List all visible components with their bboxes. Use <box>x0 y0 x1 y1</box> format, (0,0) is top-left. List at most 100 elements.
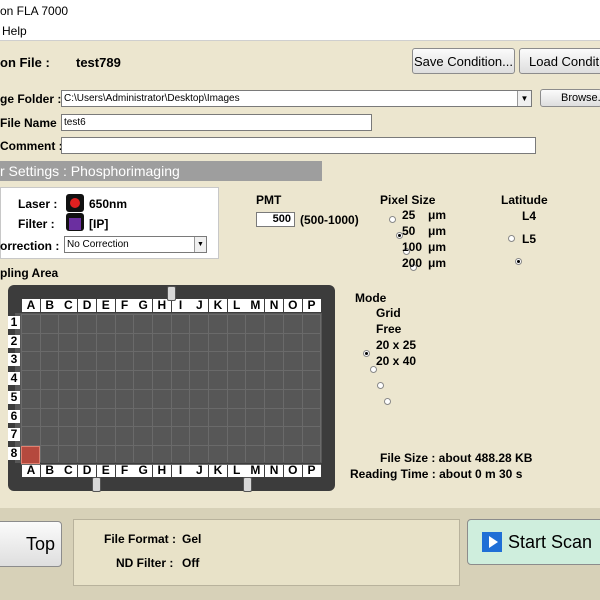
file-name-input[interactable]: test6 <box>61 114 372 131</box>
bottom-slider-handle-right[interactable] <box>243 477 252 492</box>
image-folder-value: C:\Users\Administrator\Desktop\Images <box>64 93 240 104</box>
column-header-top-j[interactable]: J <box>190 299 209 312</box>
radio-mode-3[interactable] <box>384 398 391 406</box>
column-header-bottom-j[interactable]: J <box>190 464 209 477</box>
grid-line-horizontal <box>21 332 321 334</box>
column-header-bottom-e[interactable]: E <box>96 464 115 477</box>
column-header-bottom-p[interactable]: P <box>302 464 321 477</box>
column-header-top-k[interactable]: K <box>209 299 227 312</box>
bottom-slider-handle-left[interactable] <box>92 477 101 492</box>
nd-filter-label: ND Filter : <box>116 556 174 570</box>
mode-option-label: 20 x 40 <box>376 354 417 368</box>
row-header-1[interactable]: 1 <box>8 316 20 329</box>
mode-option-label: 20 x 25 <box>376 338 417 352</box>
grid-line-horizontal <box>21 426 321 428</box>
radio-pixel-size-0[interactable] <box>389 216 396 224</box>
filter-icon <box>66 213 84 231</box>
mode-option-label: Grid <box>376 306 401 320</box>
pixel-size-option-label: 25 <box>402 208 416 222</box>
browse-button[interactable]: Browse... <box>540 89 600 107</box>
column-header-bottom-o[interactable]: O <box>283 464 302 477</box>
column-header-top-p[interactable]: P <box>302 299 321 312</box>
row-header-2[interactable]: 2 <box>8 334 20 348</box>
correction-select[interactable]: No Correction ▼ <box>64 236 207 253</box>
mode-title: Mode <box>355 291 387 305</box>
pixel-size-option-label: 50 <box>402 224 416 238</box>
grid-line-horizontal <box>21 351 321 353</box>
menu-help[interactable]: Help <box>2 24 27 38</box>
start-scan-button[interactable]: Start Scan <box>467 519 600 565</box>
radio-mode-0[interactable] <box>363 350 370 358</box>
pixel-size-option-unit: μm <box>428 224 447 238</box>
grid-line-horizontal <box>21 463 321 465</box>
column-header-top-g[interactable]: G <box>134 299 153 312</box>
column-header-top-n[interactable]: N <box>265 299 284 312</box>
comment-input[interactable] <box>61 137 536 154</box>
correction-value: No Correction <box>67 239 129 250</box>
laser-value: 650nm <box>89 197 128 211</box>
play-icon <box>482 532 502 552</box>
column-header-bottom-m[interactable]: M <box>246 464 265 477</box>
condition-file-label: on File : <box>0 55 50 70</box>
file-format-label: File Format : <box>104 532 177 546</box>
column-header-bottom-d[interactable]: D <box>78 464 97 477</box>
pmt-input[interactable]: 500 <box>256 212 295 227</box>
column-header-bottom-i[interactable]: I <box>171 464 190 477</box>
row-header-3[interactable]: 3 <box>8 353 20 367</box>
column-header-top-c[interactable]: C <box>59 299 78 312</box>
latitude-title: Latitude <box>501 193 548 207</box>
column-header-top-d[interactable]: D <box>78 299 97 312</box>
column-header-bottom-n[interactable]: N <box>265 464 284 477</box>
row-header-5[interactable]: 5 <box>8 390 20 404</box>
column-header-top-a[interactable]: A <box>22 299 40 312</box>
column-header-top-o[interactable]: O <box>283 299 302 312</box>
comment-label: Comment : <box>0 139 63 153</box>
radio-mode-2[interactable] <box>377 382 384 390</box>
correction-label: orrection : <box>0 239 60 253</box>
radio-latitude-0[interactable] <box>508 235 515 243</box>
row-header-6[interactable]: 6 <box>8 409 20 423</box>
column-header-bottom-a[interactable]: A <box>22 464 40 477</box>
column-header-bottom-h[interactable]: H <box>152 464 171 477</box>
column-header-bottom-f[interactable]: F <box>115 464 134 477</box>
column-header-bottom-c[interactable]: C <box>59 464 78 477</box>
column-header-top-e[interactable]: E <box>96 299 115 312</box>
chevron-down-icon[interactable]: ▼ <box>194 237 206 252</box>
column-header-top-b[interactable]: B <box>40 299 59 312</box>
top-slider-handle[interactable] <box>167 286 176 301</box>
radio-latitude-1[interactable] <box>515 258 522 266</box>
selected-scan-cell[interactable] <box>21 445 40 464</box>
save-condition-button[interactable]: Save Condition... <box>412 48 515 74</box>
top-button[interactable]: Top <box>0 521 62 567</box>
laser-icon <box>66 194 84 212</box>
image-folder-select[interactable]: C:\Users\Administrator\Desktop\Images ▼ <box>61 90 532 107</box>
column-header-top-l[interactable]: L <box>227 299 246 312</box>
file-size-value: 488.28 KB <box>475 451 533 465</box>
reading-time-label: Reading Time : about <box>350 467 472 481</box>
laser-dot-icon <box>70 198 80 208</box>
column-header-bottom-b[interactable]: B <box>40 464 59 477</box>
start-scan-label: Start Scan <box>508 531 593 552</box>
pixel-size-option-label: 200 <box>402 256 423 270</box>
pixel-size-option-unit: μm <box>428 208 447 222</box>
column-header-bottom-g[interactable]: G <box>134 464 153 477</box>
column-header-top-f[interactable]: F <box>115 299 134 312</box>
row-header-4[interactable]: 4 <box>8 372 20 386</box>
row-header-8[interactable]: 8 <box>8 446 20 460</box>
load-condition-button[interactable]: Load Condition <box>519 48 600 74</box>
reading-time-value: 0 m 30 s <box>475 467 523 481</box>
filter-label: Filter : <box>18 217 55 231</box>
filter-value: [IP] <box>89 217 109 231</box>
chevron-down-icon[interactable]: ▼ <box>517 91 531 106</box>
grid-line-horizontal <box>21 314 321 315</box>
grid-line-horizontal <box>21 407 321 409</box>
column-header-bottom-l[interactable]: L <box>227 464 246 477</box>
pixel-size-title: Pixel Size <box>380 193 436 207</box>
title-bar: on FLA 7000 <box>0 0 600 23</box>
grid-line-horizontal <box>21 388 321 390</box>
nd-filter-value: Off <box>182 556 200 570</box>
pmt-range: (500-1000) <box>300 213 359 227</box>
row-header-7[interactable]: 7 <box>8 428 20 442</box>
column-header-top-m[interactable]: M <box>246 299 265 312</box>
column-header-bottom-k[interactable]: K <box>209 464 227 477</box>
